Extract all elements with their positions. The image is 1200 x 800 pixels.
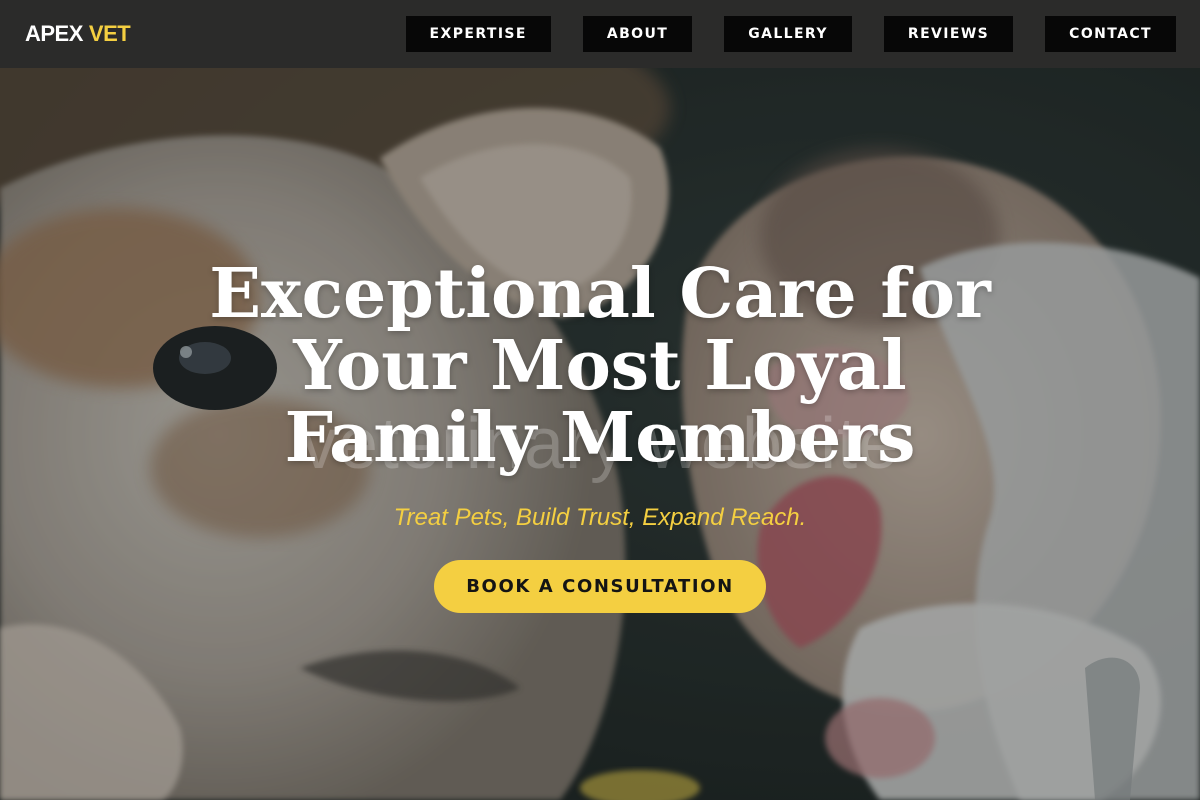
main-nav: EXPERTISE ABOUT GALLERY REVIEWS CONTACT — [405, 16, 1176, 52]
top-navbar: APEX VET EXPERTISE ABOUT GALLERY REVIEWS… — [0, 0, 1200, 68]
nav-gallery-button[interactable]: GALLERY — [724, 16, 852, 52]
brand-logo[interactable]: APEX VET — [25, 21, 131, 47]
hero-section: veterinary website Exceptional Care for … — [0, 68, 1200, 800]
nav-about-button[interactable]: ABOUT — [582, 16, 693, 52]
book-consultation-button[interactable]: BOOK A CONSULTATION — [434, 560, 766, 613]
nav-expertise-button[interactable]: EXPERTISE — [405, 16, 551, 52]
hero-headline: Exceptional Care for Your Most Loyal Fam… — [209, 254, 991, 478]
hero-tagline: Treat Pets, Build Trust, Expand Reach. — [393, 504, 807, 531]
hero-content: Exceptional Care for Your Most Loyal Fam… — [0, 258, 1200, 613]
nav-contact-button[interactable]: CONTACT — [1045, 16, 1176, 52]
nav-reviews-button[interactable]: REVIEWS — [883, 16, 1014, 52]
brand-name-apex: APEX — [25, 21, 83, 46]
brand-name-vet: VET — [88, 21, 131, 46]
